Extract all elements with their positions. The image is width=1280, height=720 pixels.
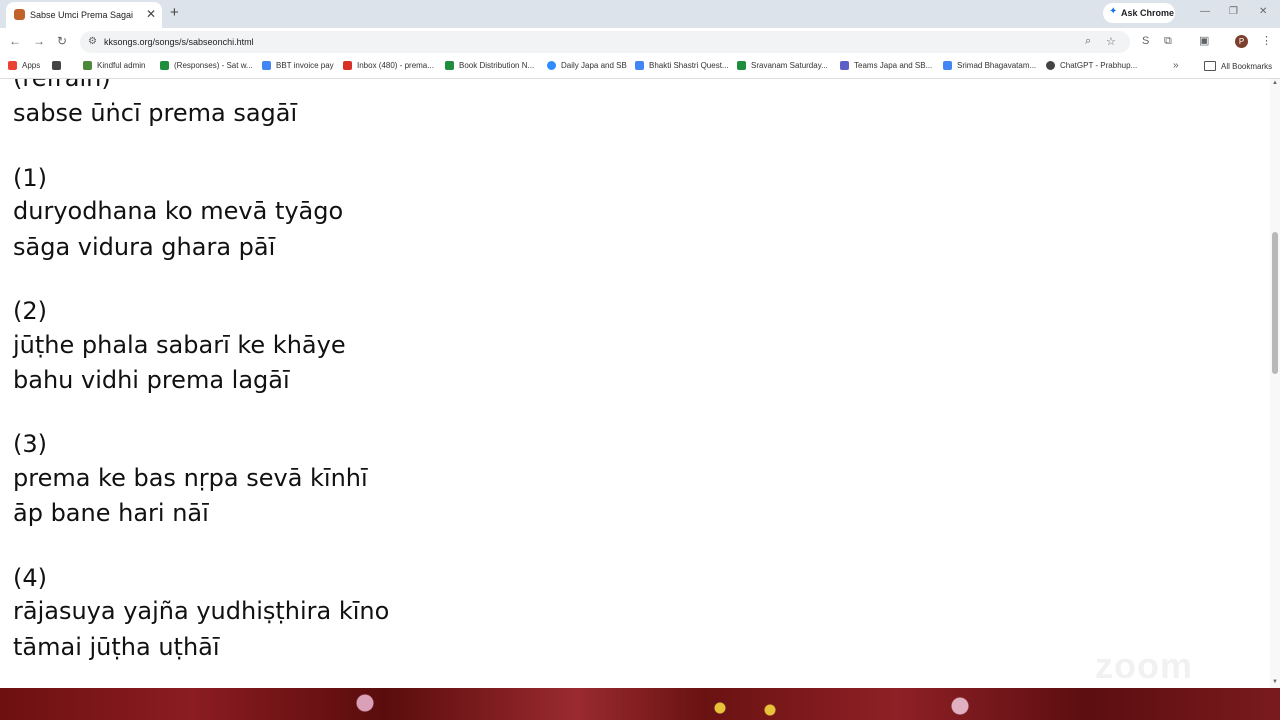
site-info-icon[interactable]: ⚙ <box>88 36 97 47</box>
menu-icon[interactable]: ⋮ <box>1261 35 1272 47</box>
sparkle-icon: ✦ <box>1109 6 1118 17</box>
bookmark-chatgpt[interactable]: ChatGPT - Prabhup... <box>1046 61 1137 70</box>
lyric-line: rājasuya yajña yudhiṣṭhira kīno <box>13 597 390 625</box>
verse-number: (4) <box>13 564 47 592</box>
lyric-line: sāga vidura ghara pāī <box>13 233 276 261</box>
reload-icon[interactable]: ↻ <box>57 34 67 48</box>
address-bar[interactable]: ⚙ kksongs.org/songs/s/sabseonchi.html ⌕ … <box>80 31 1130 53</box>
bookmark-bhakti-shastri[interactable]: Bhakti Shastri Quest... <box>635 61 729 70</box>
bookmark-inbox[interactable]: Inbox (480) - prema... <box>343 61 434 70</box>
ask-chrome-button[interactable]: ✦ Ask Chrome <box>1103 3 1175 23</box>
lyric-line: (refrain) <box>13 79 111 92</box>
bookmark-book-distribution[interactable]: Book Distribution N... <box>445 61 534 70</box>
profile-avatar[interactable]: P <box>1235 35 1248 48</box>
lyric-line: jūṭhe phala sabarī ke khāye <box>13 331 346 359</box>
docs-icon <box>635 61 644 70</box>
lyric-line: duryodhana ko mevā tyāgo <box>13 197 344 225</box>
lyric-line: sabse ūṅcī prema sagāī <box>13 99 298 127</box>
verse-number: (2) <box>13 297 47 325</box>
lyric-line: tāmai jūṭha uṭhāī <box>13 633 220 661</box>
bookmark-grid[interactable] <box>52 61 66 70</box>
restore-icon[interactable]: ❐ <box>1229 6 1238 17</box>
window-close-icon[interactable]: ✕ <box>1259 6 1267 17</box>
bookmark-daily-japa[interactable]: Daily Japa and SB <box>547 61 627 70</box>
scroll-up-icon[interactable]: ▲ <box>1272 80 1278 86</box>
grid-icon <box>52 61 61 70</box>
bookmarks-bar: Apps Kindful admin (Responses) - Sat w..… <box>0 56 1280 79</box>
sheets-icon <box>160 61 169 70</box>
extensions-puzzle-icon[interactable]: ⧉ <box>1164 35 1172 47</box>
lyric-line: āp bane hari nāī <box>13 499 209 527</box>
lyric-line: prema ke bas nṛpa sevā kīnhī <box>13 464 368 492</box>
browser-tab[interactable]: Sabse Umci Prema Sagai ✕ <box>6 2 162 28</box>
apps-grid-icon <box>8 61 17 70</box>
bookmarks-overflow-icon[interactable]: » <box>1173 60 1179 71</box>
zoom-icon[interactable]: ⌕ <box>1085 35 1091 48</box>
zoom-icon <box>547 61 556 70</box>
bookmark-bbt-invoice[interactable]: BBT invoice pay <box>262 61 334 70</box>
minimize-icon[interactable]: — <box>1200 6 1210 17</box>
new-tab-button[interactable]: + <box>170 4 179 22</box>
bookmark-teams-japa[interactable]: Teams Japa and SB... <box>840 61 932 70</box>
folder-icon <box>1204 61 1216 71</box>
verse-number: (3) <box>13 430 47 458</box>
sheets-icon <box>737 61 746 70</box>
tab-close-icon[interactable]: ✕ <box>146 7 156 21</box>
back-icon[interactable]: ← <box>9 34 21 48</box>
docs-icon <box>943 61 952 70</box>
tab-title: Sabse Umci Prema Sagai <box>30 10 134 20</box>
bookmark-apps[interactable]: Apps <box>8 61 40 70</box>
bookmark-responses[interactable]: (Responses) - Sat w... <box>160 61 253 70</box>
vertical-scrollbar[interactable] <box>1270 79 1280 688</box>
video-feed-strip <box>0 688 1280 720</box>
url-text: kksongs.org/songs/s/sabseonchi.html <box>104 37 254 47</box>
verse-number: (1) <box>13 164 47 192</box>
chatgpt-icon <box>1046 61 1055 70</box>
gmail-icon <box>343 61 352 70</box>
all-bookmarks-button[interactable]: All Bookmarks <box>1204 61 1272 71</box>
scrollbar-thumb[interactable] <box>1272 232 1278 374</box>
sheets-icon <box>445 61 454 70</box>
kindful-icon <box>83 61 92 70</box>
site-favicon-icon <box>14 9 25 20</box>
browser-toolbar: ← → ↻ ⚙ kksongs.org/songs/s/sabseonchi.h… <box>0 28 1280 56</box>
lyric-line: bahu vidhi prema lagāī <box>13 366 290 394</box>
teams-icon <box>840 61 849 70</box>
ask-chrome-label: Ask Chrome <box>1121 8 1175 18</box>
tab-strip: Sabse Umci Prema Sagai ✕ + ✦ Ask Chrome … <box>0 0 1280 28</box>
bookmark-kindful-admin[interactable]: Kindful admin <box>83 61 145 70</box>
forward-icon[interactable]: → <box>33 34 45 48</box>
bbt-icon <box>262 61 271 70</box>
bookmark-sravanam[interactable]: Sravanam Saturday... <box>737 61 828 70</box>
star-bookmark-icon[interactable]: ☆ <box>1106 35 1116 48</box>
page-content: (refrain) sabse ūṅcī prema sagāī (1) dur… <box>0 79 1270 688</box>
side-panel-icon[interactable]: ▣ <box>1199 35 1209 47</box>
zoom-watermark: zoom <box>1095 645 1193 686</box>
bookmark-srimad-bhagavatam[interactable]: Srimad Bhagavatam... <box>943 61 1036 70</box>
extension-s-icon[interactable]: S <box>1142 35 1149 47</box>
scroll-down-icon[interactable]: ▼ <box>1272 679 1278 685</box>
